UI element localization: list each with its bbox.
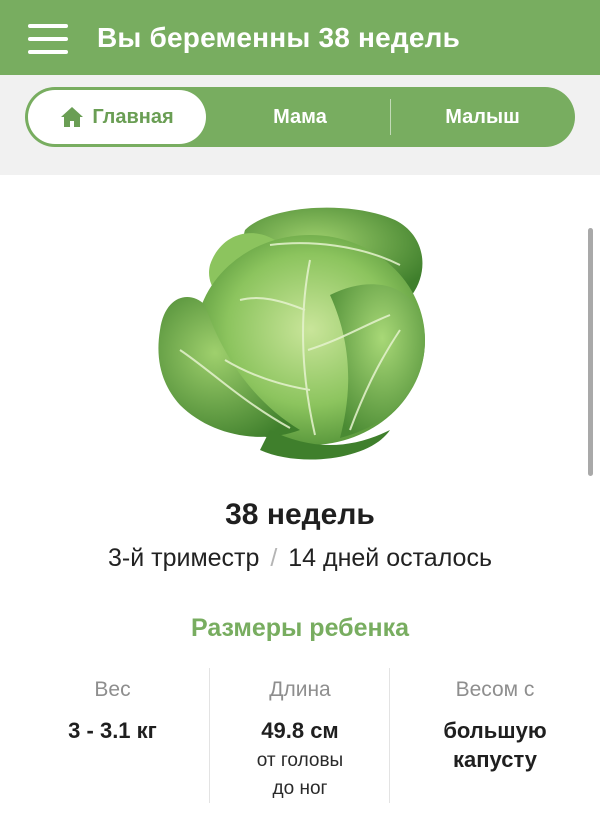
tab-baby-label: Малыш <box>445 105 520 128</box>
days-left-text: 14 дней осталось <box>288 544 492 572</box>
length-stat: Длина 49.8 см от головы до ног <box>210 668 390 803</box>
length-label: Длина <box>269 678 331 701</box>
length-note-line1: от головы <box>256 750 344 771</box>
week-heading: 38 недель <box>225 498 375 531</box>
compare-value-line1: большую <box>443 718 547 743</box>
tab-divider <box>390 99 391 135</box>
weight-label: Вес <box>94 678 131 701</box>
compare-label: Весом с <box>455 678 535 701</box>
tab-bar-area: Главная Мама Малыш <box>0 75 600 175</box>
page-title: Вы беременны 38 недель <box>97 22 461 53</box>
trimester-text: 3-й триместр <box>107 544 260 572</box>
app-bar: Вы беременны 38 недель <box>0 0 600 75</box>
tab-mom-label: Мама <box>273 105 327 128</box>
length-note-line2: до ног <box>272 778 328 799</box>
tab-main[interactable]: Главная <box>28 90 206 144</box>
tab-mom[interactable]: Мама <box>225 87 375 147</box>
compare-value-line2: капусту <box>452 747 537 772</box>
length-value: 49.8 см <box>261 718 339 743</box>
tab-bar: Главная Мама Малыш <box>25 87 575 147</box>
tab-baby[interactable]: Малыш <box>410 87 555 147</box>
home-icon <box>61 107 84 127</box>
compare-stat: Весом с большую капусту <box>390 668 600 803</box>
weight-value: 3 - 3.1 кг <box>68 718 157 743</box>
separator: / <box>270 544 278 572</box>
scrollbar[interactable] <box>588 228 593 476</box>
hamburger-menu-icon[interactable] <box>28 24 68 54</box>
trimester-line: 3-й триместр / 14 дней осталось <box>0 544 600 573</box>
baby-sizes-title: Размеры ребенка <box>190 614 410 642</box>
cabbage-illustration <box>158 207 425 460</box>
size-stats: Вес 3 - 3.1 кг Длина 49.8 см от головы д… <box>0 668 600 803</box>
weight-stat: Вес 3 - 3.1 кг <box>15 668 210 803</box>
tab-main-label: Главная <box>92 105 174 128</box>
